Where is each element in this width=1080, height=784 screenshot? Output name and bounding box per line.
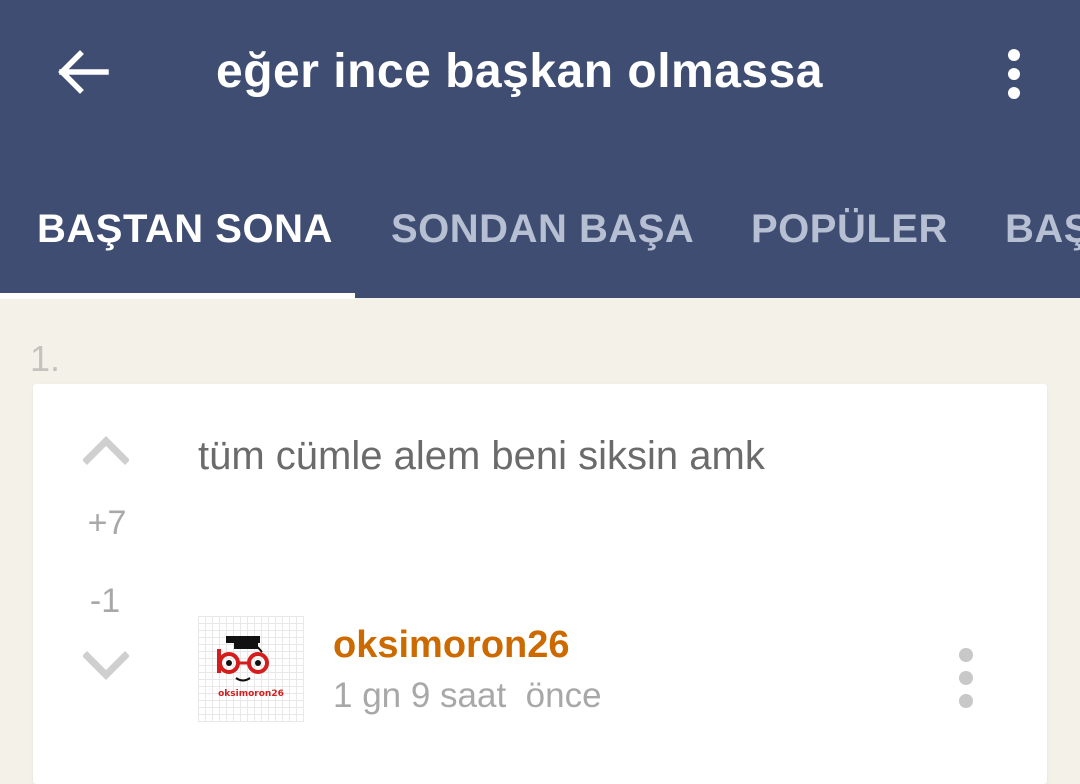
avatar-caption: oksimoron26 <box>218 689 284 699</box>
tab-bas[interactable]: BAŞ <box>1005 190 1080 298</box>
upvote-count: +7 <box>87 504 127 542</box>
tab-bar: BAŞTAN SONA SONDAN BAŞA POPÜLER BAŞ <box>0 190 1080 298</box>
chevron-down-icon <box>82 651 130 690</box>
chevron-up-icon <box>82 436 130 474</box>
active-tab-indicator <box>0 293 355 299</box>
entry-text: tüm cümle alem beni siksin amk <box>198 434 765 478</box>
arrow-left-icon <box>58 49 110 99</box>
app-bar: eğer ince başkan olmassa BAŞTAN SONA SON… <box>0 0 1080 298</box>
upvote-button[interactable] <box>82 430 130 470</box>
more-options-button[interactable] <box>990 42 1038 106</box>
more-dot <box>959 671 973 685</box>
more-vertical-icon <box>959 648 973 662</box>
tab-populer[interactable]: POPÜLER <box>751 190 948 298</box>
entry-timestamp[interactable]: 1 gn 9 saat önce <box>333 676 602 716</box>
entry-more-button[interactable] <box>951 648 981 708</box>
avatar[interactable]: oksimoron26 <box>198 616 304 722</box>
more-dot <box>959 694 973 708</box>
more-vertical-icon <box>1008 49 1020 61</box>
entry-number: 1. <box>30 338 61 379</box>
author-name[interactable]: oksimoron26 <box>333 624 570 667</box>
tab-sondan-basa[interactable]: SONDAN BAŞA <box>391 190 694 298</box>
downvote-count: -1 <box>89 582 121 620</box>
tab-bastan-sona[interactable]: BAŞTAN SONA <box>37 190 333 298</box>
back-button[interactable] <box>52 42 116 106</box>
more-dot <box>1008 68 1020 80</box>
entry-card: +7 -1 tüm cümle alem beni siksin amk oks… <box>33 384 1047 784</box>
more-dot <box>1008 87 1020 99</box>
page-title: eğer ince başkan olmassa <box>216 45 823 98</box>
downvote-button[interactable] <box>82 646 130 686</box>
